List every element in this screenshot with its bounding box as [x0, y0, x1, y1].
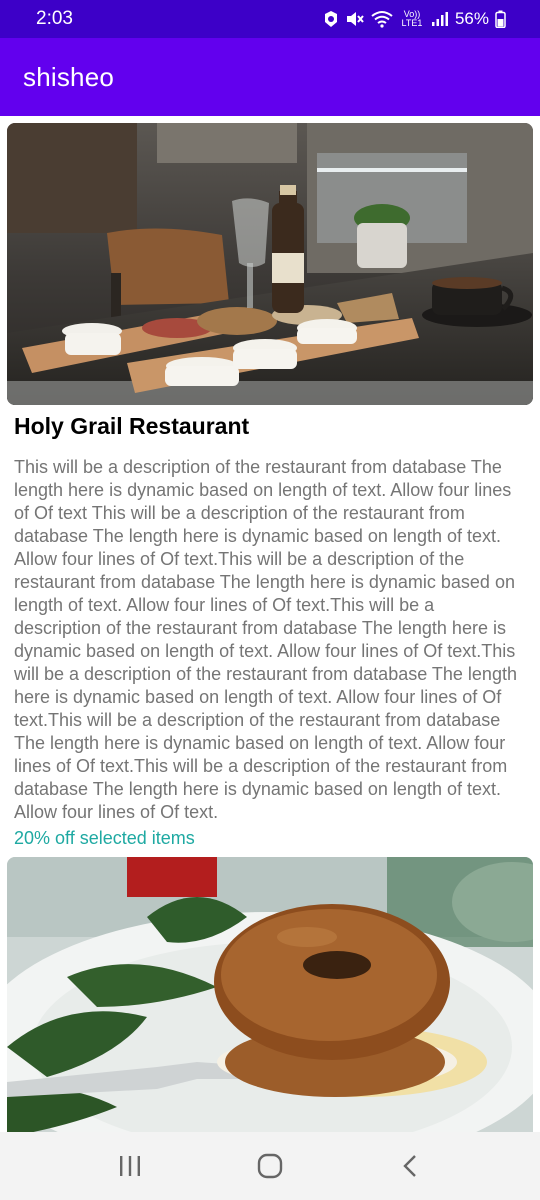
restaurant-promo: 20% off selected items — [14, 828, 195, 848]
app-bar: shisheo — [0, 38, 540, 116]
bagel-food-photo — [7, 857, 533, 1132]
status-bar: 2:03 Vo)) LTE1 56% — [0, 0, 540, 38]
battery-icon — [495, 9, 506, 29]
restaurant-name: Holy Grail Restaurant — [14, 413, 250, 439]
app-title: shisheo — [23, 61, 115, 92]
back-icon — [403, 1155, 416, 1177]
restaurant-image — [7, 123, 533, 405]
restaurant-card[interactable]: Holy Grail Restaurant This will be a des… — [7, 123, 533, 850]
home-button[interactable] — [240, 1136, 300, 1196]
wifi-icon — [371, 9, 393, 29]
restaurant-card[interactable] — [7, 857, 533, 1132]
recent-apps-button[interactable] — [100, 1136, 160, 1196]
home-icon — [257, 1153, 283, 1179]
data-saver-icon — [323, 9, 339, 29]
restaurant-list[interactable]: Holy Grail Restaurant This will be a des… — [0, 116, 540, 1132]
back-button[interactable] — [380, 1136, 440, 1196]
recent-apps-icon — [120, 1156, 140, 1176]
signal-icon — [431, 9, 449, 29]
status-time: 2:03 — [36, 8, 73, 29]
system-nav-bar — [0, 1132, 540, 1200]
mute-icon — [345, 9, 365, 29]
network-label: Vo)) LTE1 — [401, 9, 423, 28]
restaurant-food-photo — [7, 123, 533, 405]
restaurant-description: This will be a description of the restau… — [14, 457, 517, 822]
battery-percent: 56% — [454, 9, 489, 28]
restaurant-image — [7, 857, 533, 1132]
status-icons: Vo)) LTE1 56% — [323, 9, 506, 29]
